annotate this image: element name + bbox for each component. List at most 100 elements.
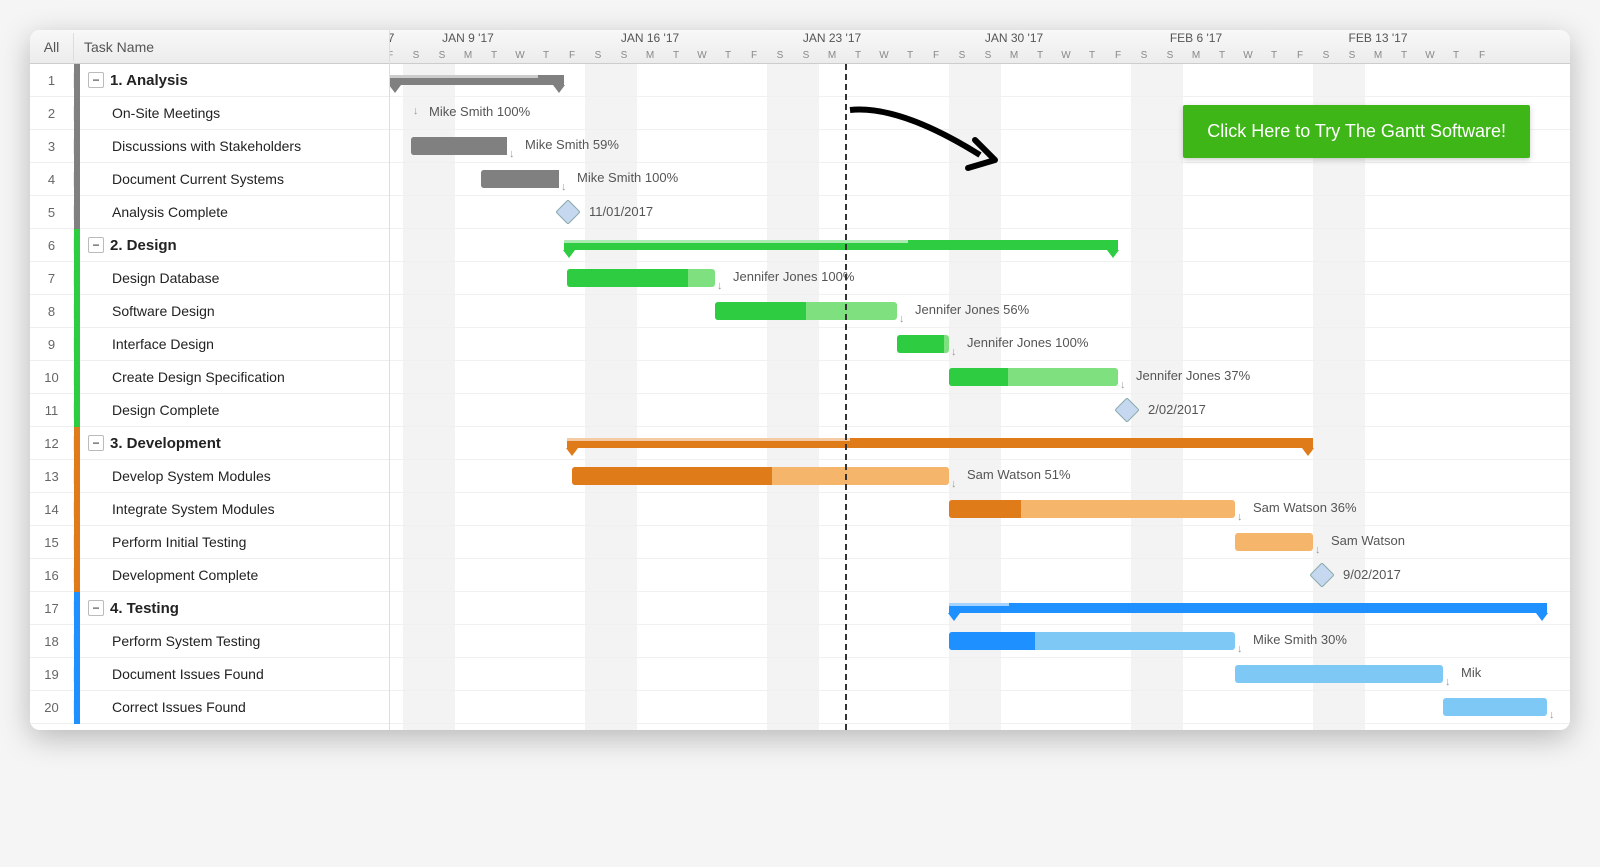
task-name[interactable]: Development Complete: [74, 567, 389, 583]
day-label: W: [689, 50, 715, 61]
summary-bar[interactable]: [949, 603, 1547, 613]
milestone-icon[interactable]: [1114, 397, 1139, 422]
milestone-icon[interactable]: [555, 199, 580, 224]
timeline-header: '7JAN 9 '17JAN 16 '17JAN 23 '17JAN 30 '1…: [390, 30, 1570, 64]
day-label: M: [819, 50, 845, 61]
header-all[interactable]: All: [30, 33, 74, 61]
task-name[interactable]: Perform System Testing: [74, 633, 389, 649]
task-row[interactable]: 13Develop System Modules: [30, 460, 389, 493]
task-name[interactable]: −2. Design: [74, 237, 389, 254]
task-name-label: Discussions with Stakeholders: [112, 138, 301, 154]
task-row[interactable]: 18Perform System Testing: [30, 625, 389, 658]
dependency-arrow-icon: ↓: [1315, 544, 1321, 556]
task-row[interactable]: 8Software Design: [30, 295, 389, 328]
task-name[interactable]: Develop System Modules: [74, 468, 389, 484]
summary-bar[interactable]: [567, 438, 1313, 448]
task-row[interactable]: 11Design Complete: [30, 394, 389, 427]
collapse-toggle[interactable]: −: [88, 600, 104, 616]
task-row[interactable]: 2On-Site Meetings: [30, 97, 389, 130]
task-name[interactable]: −3. Development: [74, 435, 389, 452]
dependency-arrow-icon: ↓: [1237, 643, 1243, 655]
task-row[interactable]: 12−3. Development: [30, 427, 389, 460]
task-name[interactable]: Software Design: [74, 303, 389, 319]
task-name-label: Design Database: [112, 270, 219, 286]
collapse-toggle[interactable]: −: [88, 72, 104, 88]
task-row[interactable]: 1−1. Analysis: [30, 64, 389, 97]
task-row[interactable]: 10Create Design Specification: [30, 361, 389, 394]
task-row[interactable]: 4Document Current Systems: [30, 163, 389, 196]
task-row[interactable]: 9Interface Design: [30, 328, 389, 361]
day-label: T: [1027, 50, 1053, 61]
task-header: All Task Name: [30, 30, 389, 64]
collapse-toggle[interactable]: −: [88, 237, 104, 253]
task-name-label: Perform Initial Testing: [112, 534, 246, 550]
task-name[interactable]: Analysis Complete: [74, 204, 389, 220]
day-label: T: [1391, 50, 1417, 61]
task-name-label: Software Design: [112, 303, 215, 319]
day-label: W: [1235, 50, 1261, 61]
day-label: F: [390, 50, 403, 61]
bar-label: Sam Watson 36%: [1253, 500, 1357, 515]
task-name[interactable]: Design Database: [74, 270, 389, 286]
cta-button[interactable]: Click Here to Try The Gantt Software!: [1183, 105, 1530, 158]
day-label: F: [741, 50, 767, 61]
task-name[interactable]: Discussions with Stakeholders: [74, 138, 389, 154]
collapse-toggle[interactable]: −: [88, 435, 104, 451]
task-row[interactable]: 17−4. Testing: [30, 592, 389, 625]
task-row[interactable]: 7Design Database: [30, 262, 389, 295]
task-row[interactable]: 15Perform Initial Testing: [30, 526, 389, 559]
task-name[interactable]: Design Complete: [74, 402, 389, 418]
dependency-arrow-icon: ↓: [1120, 379, 1126, 391]
week-label: '7: [390, 31, 394, 45]
task-name-label: 3. Development: [110, 435, 221, 452]
task-name[interactable]: Document Current Systems: [74, 171, 389, 187]
bar-label: Mike Smith 100%: [429, 104, 530, 119]
day-label: T: [1443, 50, 1469, 61]
row-number: 10: [30, 370, 74, 385]
task-bar[interactable]: Jennifer Jones 100%: [897, 335, 949, 353]
task-name-label: Development Complete: [112, 567, 258, 583]
day-label: S: [429, 50, 455, 61]
task-row[interactable]: 19Document Issues Found: [30, 658, 389, 691]
dependency-arrow-icon: ↓: [951, 346, 957, 358]
chart-row: 9/02/2017: [390, 559, 1570, 592]
task-bar[interactable]: Jennifer Jones 100%: [567, 269, 715, 287]
task-bar[interactable]: [1443, 698, 1547, 716]
task-name[interactable]: On-Site Meetings: [74, 105, 389, 121]
task-row[interactable]: 3Discussions with Stakeholders: [30, 130, 389, 163]
task-name[interactable]: Interface Design: [74, 336, 389, 352]
task-bar[interactable]: Mik: [1235, 665, 1443, 683]
task-name[interactable]: −1. Analysis: [74, 72, 389, 89]
day-label: M: [637, 50, 663, 61]
bar-label: Sam Watson 51%: [967, 467, 1071, 482]
summary-bar[interactable]: [390, 75, 564, 85]
task-name[interactable]: Integrate System Modules: [74, 501, 389, 517]
task-name[interactable]: −4. Testing: [74, 600, 389, 617]
task-name-label: Document Issues Found: [112, 666, 264, 682]
task-bar[interactable]: Sam Watson 36%: [949, 500, 1235, 518]
milestone-icon[interactable]: [1309, 562, 1334, 587]
task-bar[interactable]: Mike Smith 59%: [411, 137, 507, 155]
task-bar[interactable]: Mike Smith 100%: [481, 170, 559, 188]
task-name[interactable]: Perform Initial Testing: [74, 534, 389, 550]
header-task-name[interactable]: Task Name: [74, 33, 389, 61]
day-label: T: [1261, 50, 1287, 61]
task-name[interactable]: Create Design Specification: [74, 369, 389, 385]
task-bar[interactable]: Sam Watson: [1235, 533, 1313, 551]
chart-row: ↓Jennifer Jones 100%: [390, 262, 1570, 295]
task-bar[interactable]: Sam Watson 51%: [572, 467, 949, 485]
task-name[interactable]: Document Issues Found: [74, 666, 389, 682]
task-bar[interactable]: Jennifer Jones 37%: [949, 368, 1118, 386]
day-label: M: [455, 50, 481, 61]
chart-row: ↓Sam Watson 36%: [390, 493, 1570, 526]
summary-bar[interactable]: [564, 240, 1118, 250]
week-label: FEB 13 '17: [1349, 31, 1408, 45]
task-row[interactable]: 20Correct Issues Found: [30, 691, 389, 724]
task-row[interactable]: 16Development Complete: [30, 559, 389, 592]
task-bar[interactable]: Jennifer Jones 56%: [715, 302, 897, 320]
task-row[interactable]: 14Integrate System Modules: [30, 493, 389, 526]
task-row[interactable]: 5Analysis Complete: [30, 196, 389, 229]
task-name[interactable]: Correct Issues Found: [74, 699, 389, 715]
task-bar[interactable]: Mike Smith 30%: [949, 632, 1235, 650]
task-row[interactable]: 6−2. Design: [30, 229, 389, 262]
